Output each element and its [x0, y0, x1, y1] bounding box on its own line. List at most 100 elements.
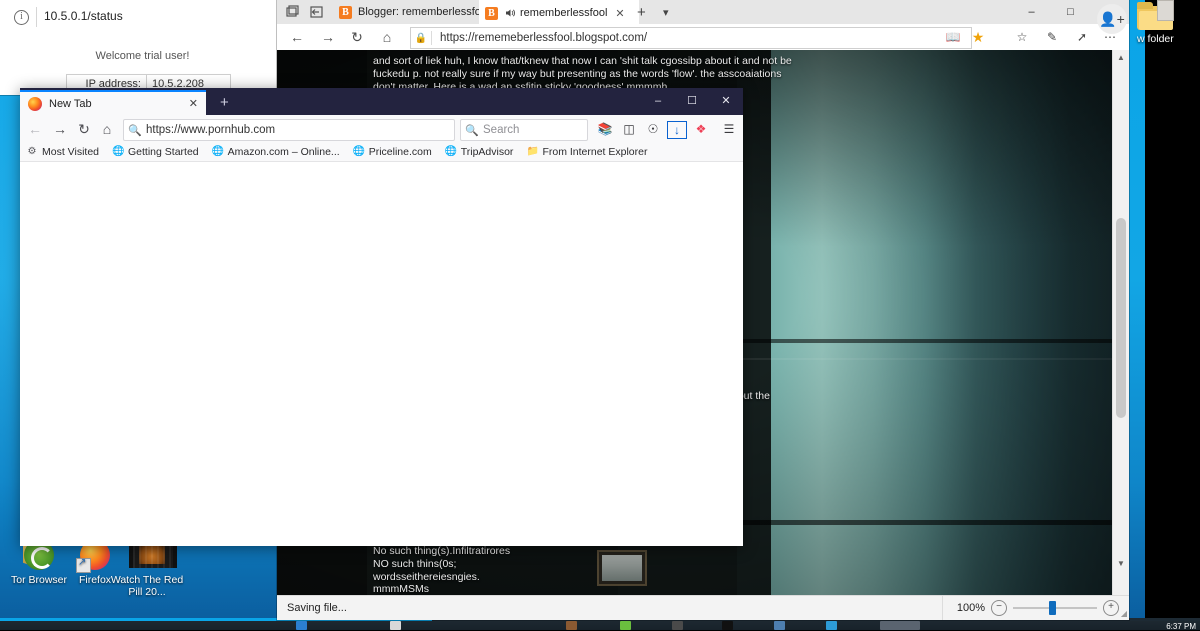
scroll-down-icon[interactable]: ▼ — [1113, 556, 1129, 572]
minimize-icon[interactable]: – — [641, 88, 675, 115]
taskbar-icon-active[interactable] — [880, 621, 920, 630]
firefox-tab-new-tab[interactable]: New Tab ✕ — [20, 90, 206, 115]
edge-status-bar: Saving file... 100% − + ◢ — [277, 595, 1129, 620]
menu-icon[interactable]: ☰ — [720, 121, 738, 137]
taskbar-icon[interactable] — [826, 621, 837, 630]
library-icon[interactable]: 📚 — [596, 121, 614, 137]
firefox-title-bar[interactable]: New Tab ✕ + – ☐ ✕ — [20, 88, 743, 115]
reading-list-icon[interactable]: ☆ — [1013, 28, 1031, 46]
bookmark-most-visited[interactable]: ⚙ Most Visited — [26, 146, 99, 158]
desktop-black-area — [1145, 0, 1200, 630]
close-icon[interactable]: ✕ — [709, 88, 743, 115]
forward-arrow-icon[interactable]: → — [50, 120, 70, 138]
bookmark-amazon[interactable]: 🌐 Amazon.com – Online... — [212, 146, 340, 158]
close-icon[interactable]: ✕ — [189, 97, 198, 110]
bookmark-getting-started[interactable]: 🌐 Getting Started — [112, 146, 199, 158]
firefox-address-bar[interactable]: 🔍 https://www.pornhub.com — [123, 119, 455, 141]
welcome-message: Welcome trial user! — [95, 50, 190, 62]
edge-tab-strip[interactable]: B Blogger: rememberlessfool B rememberle… — [277, 0, 1129, 24]
bookmark-label: From Internet Explorer — [542, 146, 648, 158]
add-profile-icon[interactable]: 👤+ — [1097, 4, 1127, 34]
zoom-level: 100% — [956, 602, 985, 614]
taskbar-icon[interactable] — [390, 621, 401, 630]
edge-url-text[interactable]: https://rememeberlessfool.blogspot.com/ — [432, 32, 647, 44]
firefox-page-content[interactable] — [20, 162, 743, 546]
firefox-bookmarks-bar[interactable]: ⚙ Most Visited 🌐 Getting Started 🌐 Amazo… — [20, 143, 743, 162]
zoom-slider-thumb[interactable] — [1049, 601, 1056, 615]
status-page-window[interactable]: i 10.5.0.1/status Welcome trial user! IP… — [0, 0, 285, 95]
back-arrow-icon[interactable]: ← — [287, 27, 307, 47]
bookmark-from-internet-explorer[interactable]: 📁 From Internet Explorer — [526, 146, 647, 158]
bookmark-label: Most Visited — [42, 146, 99, 158]
minimize-icon[interactable]: – — [1012, 0, 1051, 24]
info-icon: i — [14, 10, 29, 25]
firefox-tab-label: New Tab — [49, 97, 92, 110]
globe-icon: 🌐 — [211, 146, 225, 157]
close-icon[interactable]: ✕ — [615, 7, 624, 20]
search-icon: 🔍 — [128, 124, 142, 137]
account-icon[interactable]: ☉ — [644, 121, 662, 137]
chevron-down-icon[interactable]: ▾ — [663, 6, 669, 19]
folder-icon: 📁 — [526, 146, 539, 157]
taskbar-icon[interactable] — [722, 621, 733, 630]
notes-icon[interactable]: ✎ — [1043, 28, 1061, 46]
firefox-search-box[interactable]: 🔍 Search — [460, 119, 588, 141]
status-page-body: Welcome trial user! IP address: 10.5.2.2… — [0, 34, 285, 95]
desktop-icon-watch-the-red-pill[interactable]: Watch The Red Pill 20... — [110, 540, 184, 598]
firefox-browser-window[interactable]: New Tab ✕ + – ☐ ✕ ← → ↻ ⌂ 🔍 https://www.… — [20, 88, 743, 546]
zoom-slider[interactable] — [1013, 601, 1097, 615]
maximize-icon[interactable]: □ — [1051, 0, 1090, 24]
bookmark-tripadvisor[interactable]: 🌐 TripAdvisor — [445, 146, 514, 158]
globe-icon: 🌐 — [352, 146, 366, 157]
plus-icon[interactable]: + — [220, 94, 229, 111]
zoom-out-icon[interactable]: − — [991, 600, 1007, 616]
blog-paragraph-bottom: No such thing(s).Infiltratirores NO such… — [373, 545, 511, 596]
bookmark-priceline[interactable]: 🌐 Priceline.com — [353, 146, 432, 158]
scroll-up-icon[interactable]: ▲ — [1113, 50, 1129, 66]
reload-icon[interactable]: ↻ — [74, 120, 94, 138]
taskbar-icon[interactable] — [774, 621, 785, 630]
sidebars-icon[interactable]: ◫ — [620, 121, 638, 137]
home-icon[interactable]: ⌂ — [377, 27, 397, 47]
status-message: Saving file... — [287, 602, 347, 614]
share-icon[interactable]: ➚ — [1073, 28, 1091, 46]
refresh-icon[interactable]: ↻ — [347, 27, 367, 47]
plus-icon[interactable]: + — [637, 4, 646, 21]
reading-view-icon[interactable]: 📖 — [944, 28, 962, 46]
bookmark-label: Getting Started — [128, 146, 199, 158]
taskbar-icon[interactable] — [296, 621, 307, 630]
back-arrow-icon[interactable]: ← — [25, 120, 45, 138]
edge-tab-rememberlessfool[interactable]: B rememberlessfool ✕ — [479, 0, 639, 24]
zoom-control[interactable]: 100% − + — [941, 596, 1129, 620]
forward-arrow-icon[interactable]: → — [318, 27, 338, 47]
firefox-window-controls[interactable]: – ☐ ✕ — [641, 88, 743, 115]
globe-icon: 🌐 — [112, 146, 125, 157]
blogger-icon: B — [339, 5, 352, 19]
home-icon[interactable]: ⌂ — [97, 120, 117, 138]
scrollbar-thumb[interactable] — [1116, 218, 1126, 418]
taskbar-icon[interactable] — [566, 621, 577, 630]
desktop-icon-new-folder[interactable]: w folder — [1135, 0, 1200, 46]
speaker-icon[interactable] — [504, 7, 516, 19]
maximize-icon[interactable]: ☐ — [675, 88, 709, 115]
edge-address-bar[interactable]: 🔒 https://rememeberlessfool.blogspot.com… — [410, 27, 972, 49]
tab-preview-icon[interactable] — [283, 3, 301, 21]
desktop-icon-label: w folder — [1137, 33, 1174, 45]
resize-grip-icon[interactable]: ◢ — [1121, 609, 1127, 618]
taskbar-icon[interactable] — [672, 621, 683, 630]
edge-navigation-bar[interactable]: ← → ↻ ⌂ 🔒 https://rememeberlessfool.blog… — [277, 24, 1129, 51]
edge-tab-label: Blogger: rememberlessfool — [358, 6, 490, 18]
taskbar-icon[interactable] — [620, 621, 631, 630]
downloads-icon[interactable]: ↓ — [667, 121, 687, 139]
status-url-text[interactable]: 10.5.0.1/status — [44, 9, 123, 23]
status-address-bar[interactable]: i 10.5.0.1/status — [0, 0, 285, 35]
edge-tab-label: rememberlessfool — [520, 7, 608, 19]
set-tabs-aside-icon[interactable] — [308, 3, 326, 21]
firefox-navigation-bar[interactable]: ← → ↻ ⌂ 🔍 https://www.pornhub.com 🔍 Sear… — [20, 115, 743, 144]
edge-scrollbar[interactable]: ▲ ▼ 👤+ — [1097, 4, 1129, 596]
zoom-in-icon[interactable]: + — [1103, 600, 1119, 616]
firefox-url-text[interactable]: https://www.pornhub.com — [146, 124, 275, 136]
divider — [36, 7, 37, 27]
favorite-star-icon[interactable]: ★ — [969, 28, 987, 46]
pocket-icon[interactable]: ❖ — [692, 121, 710, 137]
